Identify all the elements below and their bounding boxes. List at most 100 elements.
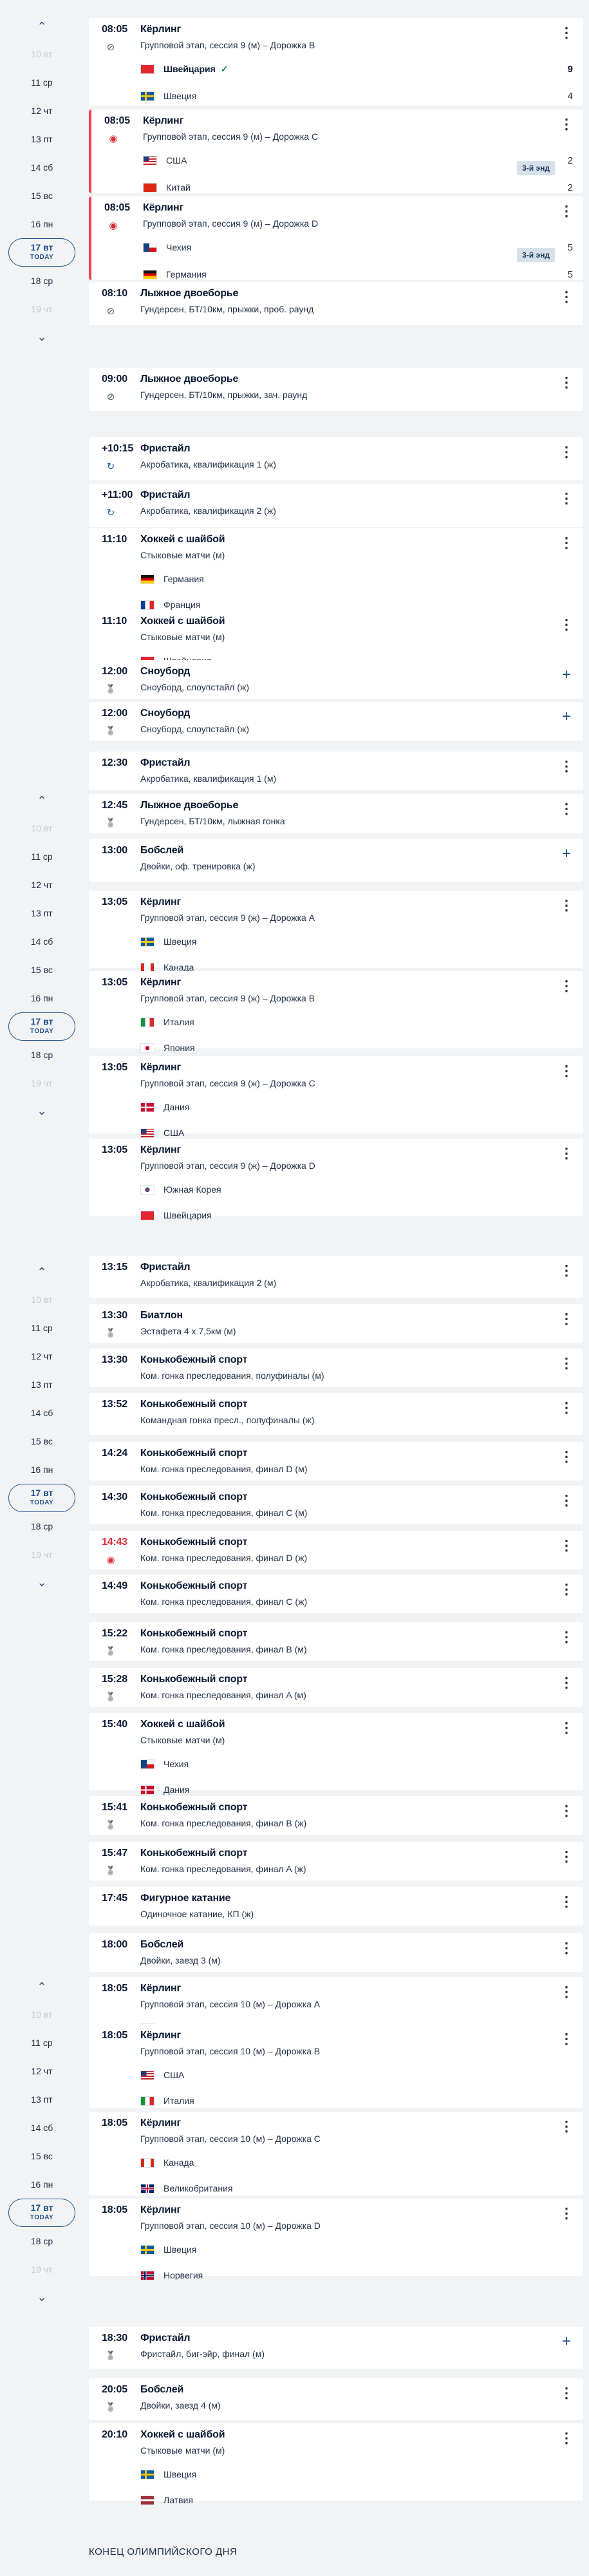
add-icon[interactable]: + [559, 2333, 574, 2350]
more-options-icon[interactable]: ⋮ [559, 897, 574, 914]
chevron-down-icon[interactable]: ⌄ [0, 2284, 84, 2311]
date-item[interactable]: 13 пт [0, 2085, 84, 2114]
date-item[interactable]: 17 вт TODAY [0, 1012, 84, 1041]
date-item[interactable]: 17 вт TODAY [0, 238, 84, 267]
more-options-icon[interactable]: ⋮ [559, 289, 574, 305]
date-item[interactable]: 13 пт [0, 1370, 84, 1399]
event-card[interactable]: 11:10 Хоккей с шайбой Стыковые матчи (м) Ге… [89, 528, 583, 612]
date-item[interactable]: 13 пт [0, 899, 84, 927]
event-card[interactable]: 14:49 Конькобежный спорт Ком. гонка пресле… [89, 1575, 583, 1613]
date-item[interactable]: 19 чт [0, 1540, 84, 1569]
date-item[interactable]: 15 вс [0, 2142, 84, 2170]
more-options-icon[interactable]: ⋮ [559, 2430, 574, 2447]
date-item[interactable]: 14 сб [0, 2114, 84, 2142]
date-item[interactable]: 16 пн [0, 210, 84, 238]
event-card[interactable]: 13:52 Конькобежный спорт Командная гонка п… [89, 1393, 583, 1435]
more-options-icon[interactable]: ⋮ [559, 116, 574, 133]
date-item[interactable]: 12 чт [0, 97, 84, 125]
more-options-icon[interactable]: ⋮ [559, 374, 574, 391]
date-item[interactable]: 18 ср [0, 1512, 84, 1540]
event-card[interactable]: 08:10 ⊘ Лыжное двоеборье Гундерсен, БТ/10км… [89, 282, 583, 325]
date-item[interactable]: 14 сб [0, 927, 84, 956]
event-card[interactable]: 13:00 Бобслей Двойки, оф. тренировка (ж) + [89, 839, 583, 882]
event-card[interactable]: 18:05 Кёрлинг Групповой этап, сессия 10 (м… [89, 2024, 583, 2108]
more-options-icon[interactable]: ⋮ [559, 1984, 574, 2000]
more-options-icon[interactable]: ⋮ [559, 1719, 574, 1736]
date-item[interactable]: 16 пн [0, 2170, 84, 2199]
date-item[interactable]: 10 вт [0, 2000, 84, 2029]
event-card[interactable]: 13:05 Кёрлинг Групповой этап, сессия 9 (ж)… [89, 891, 583, 972]
chevron-up-icon[interactable]: ⌃ [0, 13, 84, 40]
event-card[interactable]: 18:05 Кёрлинг Групповой этап, сессия 10 (м… [89, 2199, 583, 2280]
date-item[interactable]: 11 ср [0, 68, 84, 97]
more-options-icon[interactable]: ⋮ [559, 758, 574, 775]
date-item[interactable]: 19 чт [0, 2255, 84, 2284]
event-card[interactable]: 13:05 Кёрлинг Групповой этап, сессия 9 (ж)… [89, 1139, 583, 1220]
event-card[interactable]: 18:30 🏅 Фристайл Фристайл, биг-эйр, финал (… [89, 2327, 583, 2369]
date-item[interactable]: 18 ср [0, 1041, 84, 1069]
date-item[interactable]: 14 сб [0, 1399, 84, 1427]
date-item[interactable]: 19 чт [0, 295, 84, 323]
event-card[interactable]: 12:30 Фристайл Акробатика, квалификация 1 … [89, 752, 583, 790]
date-item[interactable]: 18 ср [0, 2227, 84, 2255]
more-options-icon[interactable]: ⋮ [559, 1803, 574, 1819]
date-item[interactable]: 10 вт [0, 814, 84, 842]
date-item[interactable]: 18 ср [0, 267, 84, 295]
date-item[interactable]: 11 ср [0, 842, 84, 871]
more-options-icon[interactable]: ⋮ [559, 1581, 574, 1598]
event-card[interactable]: 12:45 🏅 Лыжное двоеборье Гундерсен, БТ/10км… [89, 794, 583, 833]
chevron-up-icon[interactable]: ⌃ [0, 1258, 84, 1285]
date-item[interactable]: 10 вт [0, 40, 84, 68]
date-item[interactable]: 15 вс [0, 182, 84, 210]
event-card[interactable]: 15:28 🏅 Конькобежный спорт Ком. гонка пресл… [89, 1668, 583, 1707]
more-options-icon[interactable]: ⋮ [559, 1674, 574, 1691]
event-card[interactable]: 13:30 🏅 Биатлон Эстафета 4 x 7,5км (м) ⋮ [89, 1304, 583, 1343]
more-options-icon[interactable]: ⋮ [559, 1893, 574, 1910]
more-options-icon[interactable]: ⋮ [559, 535, 574, 551]
date-item[interactable]: 17 вт TODAY [0, 1484, 84, 1512]
date-item[interactable]: 15 вс [0, 956, 84, 984]
date-item[interactable]: 13 пт [0, 125, 84, 153]
event-card[interactable]: +10:15 ↻ Фристайл Акробатика, квалификация … [89, 437, 583, 480]
date-item[interactable]: 16 пн [0, 1455, 84, 1484]
event-card[interactable]: 14:43 ◉ Конькобежный спорт Ком. гонка пресл… [89, 1531, 583, 1569]
date-item[interactable]: 12 чт [0, 871, 84, 899]
event-card[interactable]: 13:05 Кёрлинг Групповой этап, сессия 9 (ж)… [89, 971, 583, 1053]
more-options-icon[interactable]: ⋮ [559, 24, 574, 41]
event-card[interactable]: 12:00 🏅 Сноуборд Сноуборд, слоупстайл (ж) + [89, 702, 583, 741]
event-card[interactable]: 13:05 Кёрлинг Групповой этап, сессия 9 (ж)… [89, 1056, 583, 1138]
event-card[interactable]: 12:00 🏅 Сноуборд Сноуборд, слоупстайл (ж) + [89, 660, 583, 699]
more-options-icon[interactable]: ⋮ [559, 444, 574, 460]
event-card[interactable]: 14:24 Конькобежный спорт Ком. гонка пресле… [89, 1442, 583, 1481]
more-options-icon[interactable]: ⋮ [559, 2118, 574, 2135]
more-options-icon[interactable]: ⋮ [559, 1940, 574, 1956]
more-options-icon[interactable]: ⋮ [559, 1848, 574, 1865]
date-item[interactable]: 11 ср [0, 2029, 84, 2057]
event-card[interactable]: 18:05 Кёрлинг Групповой этап, сессия 10 (м… [89, 2112, 583, 2195]
event-card[interactable]: 13:15 Фристайл Акробатика, квалификация 2 … [89, 1256, 583, 1298]
more-options-icon[interactable]: ⋮ [559, 978, 574, 994]
chevron-down-icon[interactable]: ⌄ [0, 323, 84, 350]
event-card[interactable]: 08:05 ◉ Кёрлинг Групповой этап, сессия 9 (м… [89, 109, 583, 193]
event-card[interactable]: 14:30 Конькобежный спорт Ком. гонка пресле… [89, 1486, 583, 1524]
more-options-icon[interactable]: ⋮ [559, 2205, 574, 2222]
date-item-today[interactable]: 17 вт TODAY [8, 238, 75, 267]
add-icon[interactable]: + [559, 666, 574, 683]
event-card[interactable]: 15:40 Хоккей с шайбой Стыковые матчи (м) Че… [89, 1713, 583, 1795]
event-card[interactable]: 20:05 🏅 Бобслей Двойки, заезд 4 (м) ⋮ [89, 2378, 583, 2420]
date-item[interactable]: 10 вт [0, 1285, 84, 1314]
chevron-up-icon[interactable]: ⌃ [0, 1973, 84, 2000]
event-card[interactable]: 09:00 ⊘ Лыжное двоеборье Гундерсен, БТ/10км… [89, 368, 583, 411]
event-card[interactable]: 17:45 Фигурное катание Одиночное катание, … [89, 1887, 583, 1926]
more-options-icon[interactable]: ⋮ [559, 1492, 574, 1509]
event-card[interactable]: 15:41 🏅 Конькобежный спорт Ком. гонка пресл… [89, 1796, 583, 1835]
event-card[interactable]: 18:00 Бобслей Двойки, заезд 3 (м) ⋮ [89, 1933, 583, 1972]
more-options-icon[interactable]: ⋮ [559, 1399, 574, 1416]
more-options-icon[interactable]: ⋮ [559, 1262, 574, 1279]
date-item[interactable]: 12 чт [0, 1342, 84, 1370]
more-options-icon[interactable]: ⋮ [559, 490, 574, 507]
date-item[interactable]: 15 вс [0, 1427, 84, 1455]
chevron-up-icon[interactable]: ⌃ [0, 787, 84, 814]
add-icon[interactable]: + [559, 708, 574, 725]
more-options-icon[interactable]: ⋮ [559, 1145, 574, 1162]
